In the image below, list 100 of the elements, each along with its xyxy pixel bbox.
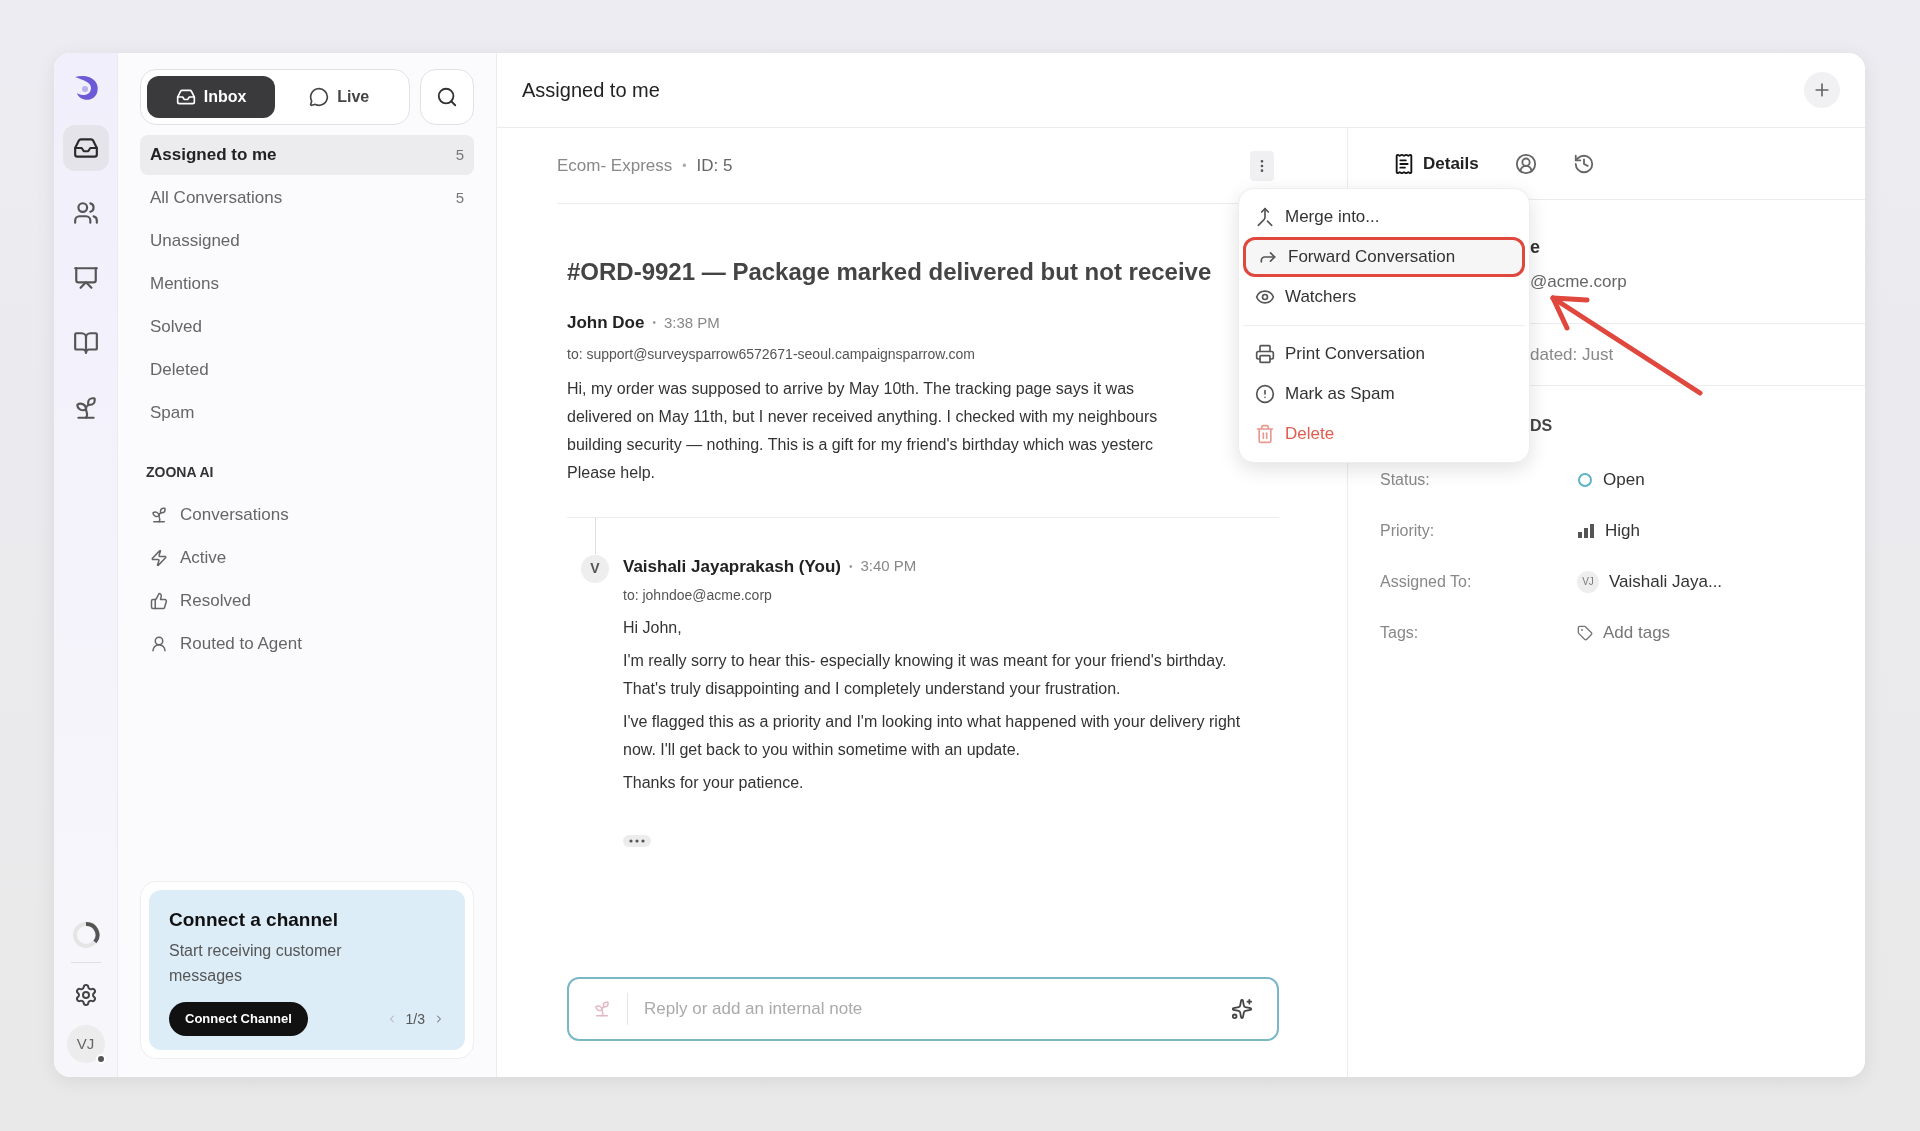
nav-item[interactable]: Conversations xyxy=(140,493,474,536)
search-icon xyxy=(436,86,459,108)
details-tab[interactable] xyxy=(1572,152,1595,175)
connect-channel-button[interactable]: Connect Channel xyxy=(169,1002,308,1036)
contact-name: e xyxy=(1530,236,1541,259)
message-line: Please help. xyxy=(567,462,656,483)
field-value: High xyxy=(1605,519,1640,542)
inbox-icon xyxy=(72,135,99,161)
message-paragraph: Thanks for your patience. xyxy=(623,773,805,793)
field-label: Priority: xyxy=(1380,520,1436,541)
conversation-title: #ORD-9921 — Package marked delivered but not receive xyxy=(567,257,1212,287)
section-heading: ZOONA AI xyxy=(146,463,215,482)
nav-item[interactable]: Resolved xyxy=(140,579,474,622)
trash-icon xyxy=(1255,424,1275,444)
author-name: Vaishali Jayaprakash (You) xyxy=(623,555,841,578)
details-tab[interactable]: Details xyxy=(1393,150,1479,177)
message-paragraph: I've flagged this as a priority and I'm looking into what happened with your delivery right now. I'll get back to you within sometime with an update. xyxy=(623,712,1242,760)
dot-separator: • xyxy=(682,157,687,175)
field-label: Tags: xyxy=(1380,622,1420,643)
menu-item[interactable]: Forward Conversation xyxy=(1243,237,1525,277)
user-avatar[interactable]: VJ xyxy=(66,1025,105,1063)
pager: 1/3 xyxy=(405,1009,425,1029)
nav-item[interactable]: Routed to Agent xyxy=(140,622,474,665)
contact-email: @acme.corp xyxy=(1530,271,1628,293)
show-more-button[interactable] xyxy=(623,835,651,847)
printer-icon xyxy=(1255,344,1275,364)
sender-avatar: V xyxy=(581,554,609,583)
author-name: John Doe xyxy=(567,312,645,334)
message-time: 3:40 PM xyxy=(860,556,917,576)
thumbs-up-icon xyxy=(150,591,168,610)
nav-label: Active xyxy=(180,546,227,569)
search-button[interactable] xyxy=(420,69,474,125)
menu-item[interactable]: Mark as Spam xyxy=(1243,374,1525,414)
reply-input[interactable]: Reply or add an internal note xyxy=(644,996,1231,1022)
inbox-icon xyxy=(175,87,196,107)
field-label: Assigned To: xyxy=(1380,571,1473,592)
progress-ring-icon xyxy=(70,920,101,950)
message-paragraph: Hi John, xyxy=(623,618,683,638)
user-circle-icon xyxy=(1514,152,1537,175)
nav-item[interactable]: Unassigned xyxy=(140,221,474,261)
nav-label: Resolved xyxy=(180,589,251,612)
recipient: to: johndoe@acme.corp xyxy=(623,586,773,605)
sprout-icon xyxy=(150,505,168,524)
section-heading: DS xyxy=(1529,416,1554,436)
sparkle-icon[interactable] xyxy=(1231,998,1253,1020)
details-tab[interactable] xyxy=(1514,152,1537,175)
nav-item[interactable]: Deleted xyxy=(140,350,474,390)
sprout-icon xyxy=(593,1000,611,1018)
page-title: Assigned to me xyxy=(522,78,661,103)
chat-bubble-icon xyxy=(309,87,330,107)
bars-icon xyxy=(1577,522,1595,539)
menu-item[interactable]: Merge into... xyxy=(1243,197,1525,237)
settings-icon[interactable] xyxy=(73,983,98,1007)
field-value: Open xyxy=(1603,468,1645,491)
message-line: building security — nothing. This is a gift for my friend's birthday which was yesterc xyxy=(567,434,1154,455)
nav-label: Conversations xyxy=(180,503,289,526)
reply-field[interactable]: Reply or add an internal note xyxy=(567,977,1279,1041)
message-line: delivered on May 11th, but I never received anything. I checked with my neighbours xyxy=(567,406,1158,427)
nav-item[interactable]: Solved xyxy=(140,307,474,347)
recipient: to: support@surveysparrow6572671-seoul.campaignsparrow.com xyxy=(567,344,975,364)
history-icon xyxy=(1572,152,1595,175)
conversation-id: ID: 5 xyxy=(696,154,733,177)
eye-icon xyxy=(1255,287,1275,307)
nav-item[interactable]: Assigned to me 5 xyxy=(140,135,474,175)
people-icon xyxy=(72,200,99,226)
mode-tab[interactable]: Inbox xyxy=(147,76,276,118)
field-value[interactable]: Add tags xyxy=(1603,619,1671,646)
menu-item[interactable]: Watchers xyxy=(1243,277,1525,317)
channel-name: Ecom- Express xyxy=(557,154,673,177)
list-icon xyxy=(1393,152,1415,175)
nav-item[interactable]: Spam xyxy=(140,393,474,433)
count: 5 xyxy=(455,144,464,165)
menu-item[interactable]: Print Conversation xyxy=(1243,334,1525,374)
ellipsis-icon xyxy=(629,839,645,843)
mode-tab[interactable]: Live xyxy=(275,76,404,118)
menu-item[interactable]: Delete xyxy=(1243,414,1525,454)
nav-item[interactable]: All Conversations 5 xyxy=(140,178,474,218)
chart-board-icon xyxy=(72,265,99,291)
tag-icon xyxy=(1577,624,1593,641)
promo-title: Connect a channel xyxy=(169,907,339,932)
alert-icon xyxy=(1255,384,1275,404)
message-paragraph: I'm really sorry to hear this- especially knowing it was meant for your friend's birthday. That's truly disappointing and I completely understand your frustration. xyxy=(623,651,1228,699)
message-line: Hi, my order was supposed to arrive by May 10th. The tracking page says it was xyxy=(567,378,1135,399)
count: 5 xyxy=(455,187,464,208)
book-icon xyxy=(72,330,99,356)
add-button[interactable] xyxy=(1804,72,1840,108)
message-time: 3:38 PM xyxy=(663,312,720,333)
nav-item[interactable]: Active xyxy=(140,536,474,579)
assignee-avatar: VJ xyxy=(1577,570,1599,593)
dot-separator: • xyxy=(652,316,656,331)
dot-separator: • xyxy=(848,559,853,574)
promo-text: Start receiving customer messages xyxy=(169,941,343,986)
nav-item[interactable]: Mentions xyxy=(140,264,474,304)
nav-label: Routed to Agent xyxy=(180,632,302,655)
nav-rail-button[interactable] xyxy=(62,125,109,171)
field-value: Vaishali Jaya... xyxy=(1609,570,1723,593)
person-icon xyxy=(150,634,168,653)
field-label: Status: xyxy=(1380,469,1431,490)
merge-icon xyxy=(1255,207,1275,227)
open-status-icon xyxy=(1577,471,1593,488)
